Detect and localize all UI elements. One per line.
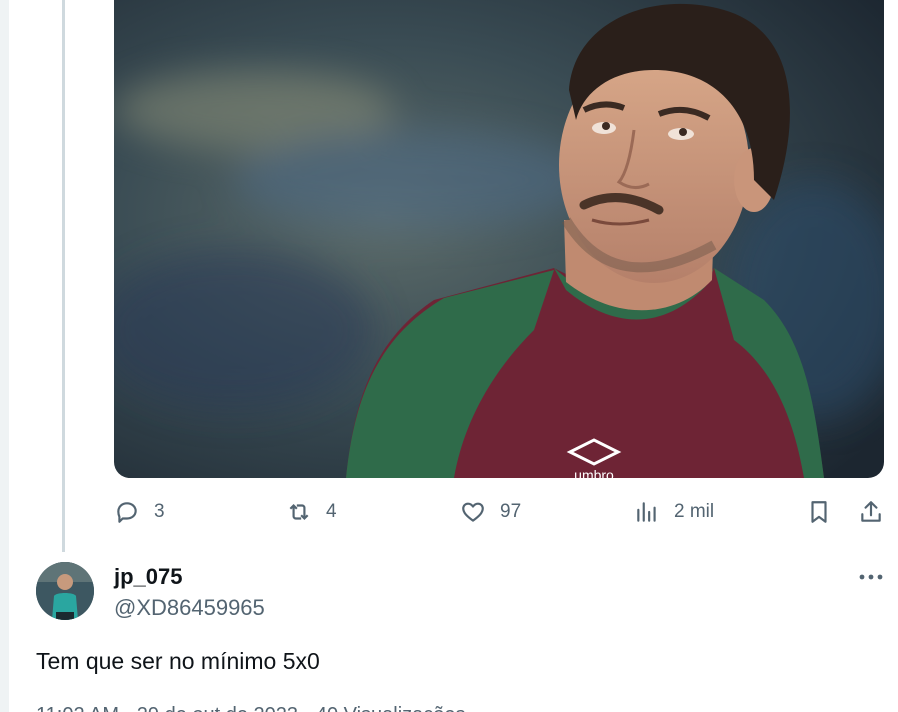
- avatar[interactable]: [36, 562, 94, 620]
- retweet-button[interactable]: 4: [286, 494, 337, 530]
- avatar-image: [36, 562, 94, 620]
- reply-count: 3: [154, 501, 165, 522]
- views-button[interactable]: 2 mil: [634, 494, 714, 530]
- share-button[interactable]: [858, 494, 884, 530]
- views-count: 2 mil: [674, 501, 715, 522]
- views-icon: [637, 502, 656, 522]
- share-icon: [861, 501, 881, 522]
- more-options-button[interactable]: [856, 562, 886, 592]
- photo-illustration: umbro: [114, 0, 884, 478]
- reply-icon: [117, 502, 137, 523]
- user-handle[interactable]: @XD86459965: [114, 595, 265, 621]
- tweet-text: Tem que ser no mínimo 5x0: [36, 648, 320, 674]
- bookmark-button[interactable]: [806, 494, 832, 530]
- reply-button[interactable]: 3: [114, 494, 165, 530]
- tweet-photo[interactable]: umbro: [114, 0, 884, 478]
- retweet-count: 4: [326, 501, 337, 522]
- like-count: 97: [500, 501, 522, 522]
- retweet-icon: [289, 503, 309, 521]
- tweet-thread: umbro 3 4 97 2 mil jp_075 @XD86459965 Te…: [0, 0, 898, 712]
- like-button[interactable]: 97: [460, 494, 521, 530]
- more-icon: [859, 574, 883, 580]
- display-name[interactable]: jp_075: [114, 564, 183, 590]
- tweet-meta[interactable]: 11:02 AM · 29 de out de 2023 · 40 Visual…: [36, 704, 466, 712]
- shirt-brand-text: umbro: [574, 467, 614, 478]
- like-icon: [462, 502, 484, 522]
- tweet-action-bar: 3 4 97 2 mil: [0, 494, 898, 534]
- bookmark-icon: [811, 501, 827, 523]
- left-edge-divider: [0, 0, 9, 712]
- thread-connector-line: [62, 0, 65, 552]
